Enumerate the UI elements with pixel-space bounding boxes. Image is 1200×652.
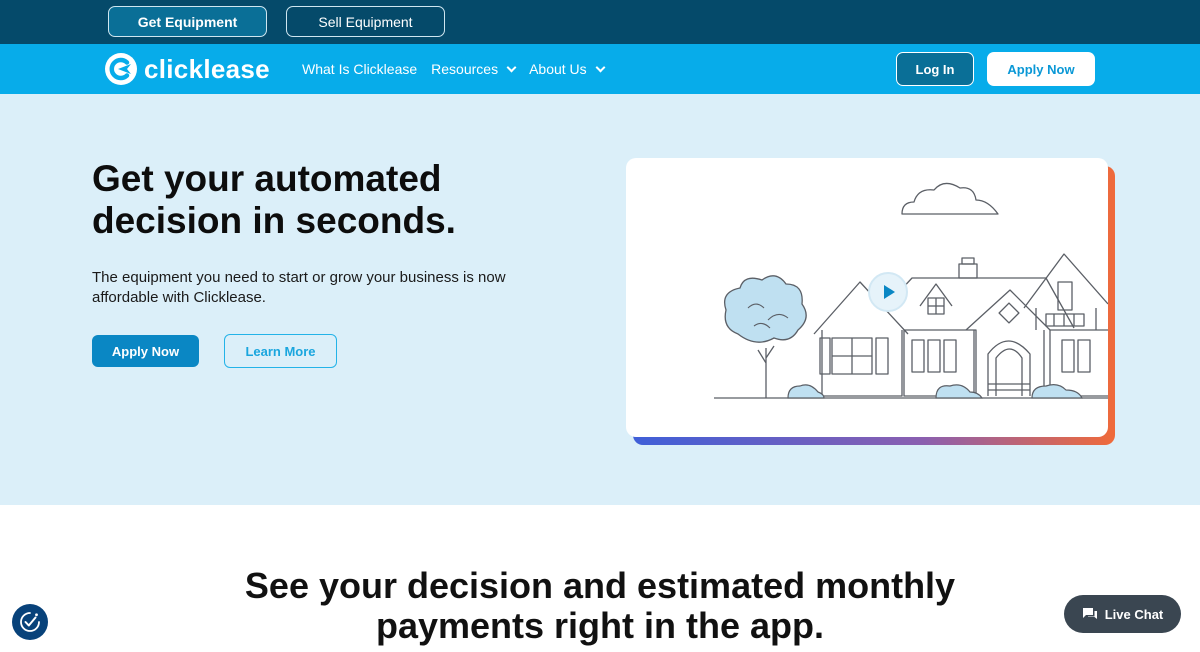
video-play-button[interactable] <box>868 272 908 312</box>
section-title-line-2: payments right in the app. <box>375 605 825 646</box>
main-navbar: clicklease What Is Clicklease Resources … <box>0 44 1200 94</box>
hero-apply-now-button[interactable]: Apply Now <box>92 335 199 367</box>
nav-links: What Is Clicklease Resources About Us <box>302 44 618 94</box>
hero-title: Get your automated decision in seconds. <box>92 158 456 241</box>
accessibility-button[interactable] <box>12 604 48 640</box>
nav-link-about-us[interactable]: About Us <box>529 61 606 77</box>
clicklease-logo-icon <box>105 53 137 85</box>
nav-link-label: Resources <box>431 61 499 77</box>
login-button[interactable]: Log In <box>896 52 974 86</box>
sell-equipment-button[interactable]: Sell Equipment <box>286 6 445 37</box>
hero-subtitle: The equipment you need to start or grow … <box>92 269 506 306</box>
top-utility-bar: Get Equipment Sell Equipment <box>0 0 1200 44</box>
hero-section: Get your automated decision in seconds. … <box>0 94 1200 505</box>
chevron-down-icon <box>506 62 517 72</box>
chevron-down-icon <box>595 62 606 72</box>
section-title-line-1: See your decision and estimated monthly <box>244 565 956 606</box>
get-equipment-button[interactable]: Get Equipment <box>108 6 267 37</box>
nav-link-resources[interactable]: Resources <box>431 61 517 77</box>
chat-bubble-icon <box>1082 608 1097 619</box>
clicklease-logo[interactable]: clicklease <box>104 52 270 86</box>
live-chat-label: Live Chat <box>1104 606 1164 622</box>
logo-text: clicklease <box>144 53 270 84</box>
nav-link-label: About Us <box>529 61 587 77</box>
video-card[interactable] <box>626 158 1108 437</box>
house-illustration <box>714 182 1108 399</box>
section-title: See your decision and estimated monthly … <box>0 566 1200 646</box>
nav-link-what-is-clicklease[interactable]: What Is Clicklease <box>302 61 417 77</box>
play-icon <box>884 285 895 299</box>
apply-now-nav-button[interactable]: Apply Now <box>987 52 1095 86</box>
nav-link-label: What Is Clicklease <box>302 61 418 77</box>
accessibility-icon <box>20 612 40 632</box>
live-chat-button[interactable]: Live Chat <box>1064 595 1181 633</box>
hero-learn-more-button[interactable]: Learn More <box>224 334 337 368</box>
